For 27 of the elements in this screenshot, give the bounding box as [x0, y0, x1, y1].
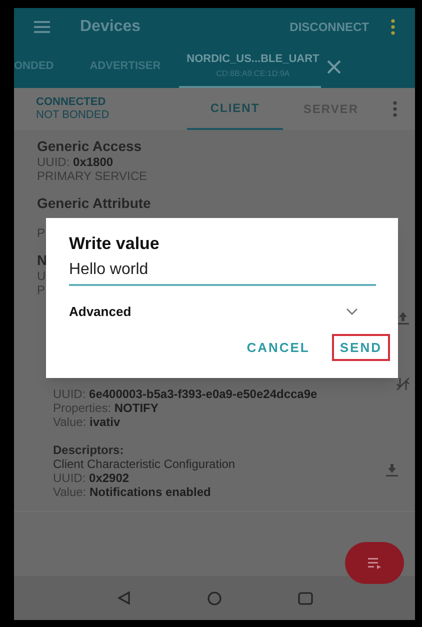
more-icon[interactable] — [393, 101, 397, 117]
mode-tab[interactable]: CLIENT — [187, 88, 283, 130]
dialog-title: Write value — [69, 234, 160, 254]
connection-state: CONNECTED — [36, 96, 107, 109]
upload-icon[interactable] — [396, 311, 410, 325]
home-icon[interactable] — [206, 590, 222, 606]
app-title: Devices — [80, 16, 140, 36]
menu-icon[interactable] — [34, 20, 50, 32]
chevron-icon — [346, 308, 358, 316]
value-field[interactable]: Hello world — [69, 258, 376, 286]
more-icon[interactable] — [391, 18, 395, 34]
service-name: Generic Access — [37, 138, 142, 155]
advanced-toggle[interactable]: Advanced — [69, 302, 376, 322]
recents-icon[interactable] — [298, 592, 312, 604]
dialog-button[interactable]: SEND — [332, 334, 390, 361]
bond-state: NOT BONDED — [36, 109, 110, 122]
list-play-icon — [368, 557, 382, 569]
descriptors-heading: Descriptors: — [53, 443, 125, 457]
service-name: N — [37, 252, 48, 269]
descriptor-name: Client Characteristic Configuration — [53, 457, 236, 471]
service-name: Generic Attribute — [37, 195, 151, 212]
dialog-button[interactable]: CANCEL — [238, 334, 318, 361]
download-icon[interactable] — [385, 463, 399, 477]
disconnect-button[interactable]: DISCONNECT — [290, 18, 369, 36]
back-icon[interactable] — [116, 591, 130, 605]
close-icon[interactable] — [327, 60, 342, 74]
fab-button[interactable] — [345, 542, 404, 584]
